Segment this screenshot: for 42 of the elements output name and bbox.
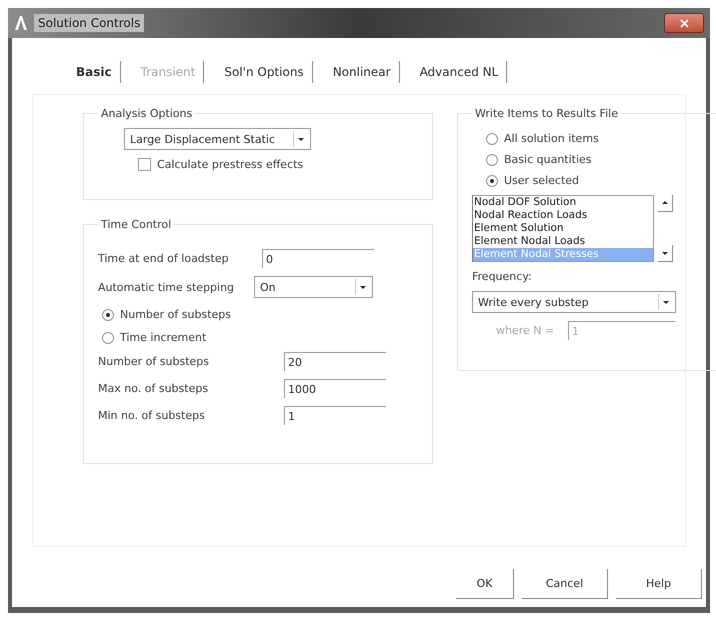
group-title: Write Items to Results File	[474, 107, 619, 120]
dialog-button[interactable]: Cancel	[522, 569, 608, 599]
frequency-dropdown[interactable]: Write every substep	[472, 291, 676, 313]
radio-label: Basic quantities	[504, 153, 593, 166]
radio-button[interactable]	[486, 154, 498, 166]
radio-label: Time increment	[120, 331, 208, 344]
time-stepping-dropdown[interactable]: On	[254, 276, 373, 298]
tab[interactable]: Advanced NL	[414, 61, 508, 83]
scroll-down-icon[interactable]	[658, 245, 673, 262]
radio-button[interactable]	[486, 132, 498, 144]
input-field[interactable]: 20	[284, 352, 386, 371]
tab[interactable]: Sol'n Options	[218, 61, 313, 83]
close-icon	[680, 18, 688, 28]
field-label: Number of substeps	[98, 355, 210, 368]
group-title: Time Control	[100, 218, 172, 231]
field-label: Time at end of loadstep	[98, 252, 230, 265]
radio-button[interactable]	[102, 332, 114, 344]
field-label: Max no. of substeps	[98, 382, 210, 395]
close-button[interactable]	[664, 13, 704, 33]
dialog-button[interactable]: OK	[456, 569, 514, 599]
input-field[interactable]: 0	[262, 249, 374, 268]
field-label: Min no. of substeps	[98, 409, 206, 422]
analysis-type-dropdown[interactable]: Large Displacement Static	[124, 128, 311, 150]
input-field[interactable]: 1000	[284, 379, 386, 398]
app-logo-icon	[14, 15, 28, 31]
radio-button[interactable]	[102, 308, 114, 320]
group-title: Analysis Options	[100, 107, 194, 120]
field-label: where N =	[496, 324, 556, 337]
dialog-button[interactable]: Help	[616, 569, 702, 599]
checkbox-label: Calculate prestress effects	[157, 158, 304, 171]
radio-label: All solution items	[504, 132, 600, 145]
tab[interactable]: Nonlinear	[326, 61, 400, 83]
tab[interactable]: Basic	[70, 61, 121, 83]
frequency-label: Frequency:	[472, 270, 533, 283]
radio-button[interactable]	[486, 174, 498, 186]
radio-label: Number of substeps	[120, 308, 232, 321]
scroll-up-icon[interactable]	[658, 195, 673, 212]
input-field[interactable]: 1	[284, 406, 386, 425]
window-title: Solution Controls	[34, 14, 144, 32]
field-label: Automatic time stepping	[98, 280, 236, 294]
radio-label: User selected	[504, 174, 580, 187]
checkbox[interactable]	[138, 158, 151, 171]
